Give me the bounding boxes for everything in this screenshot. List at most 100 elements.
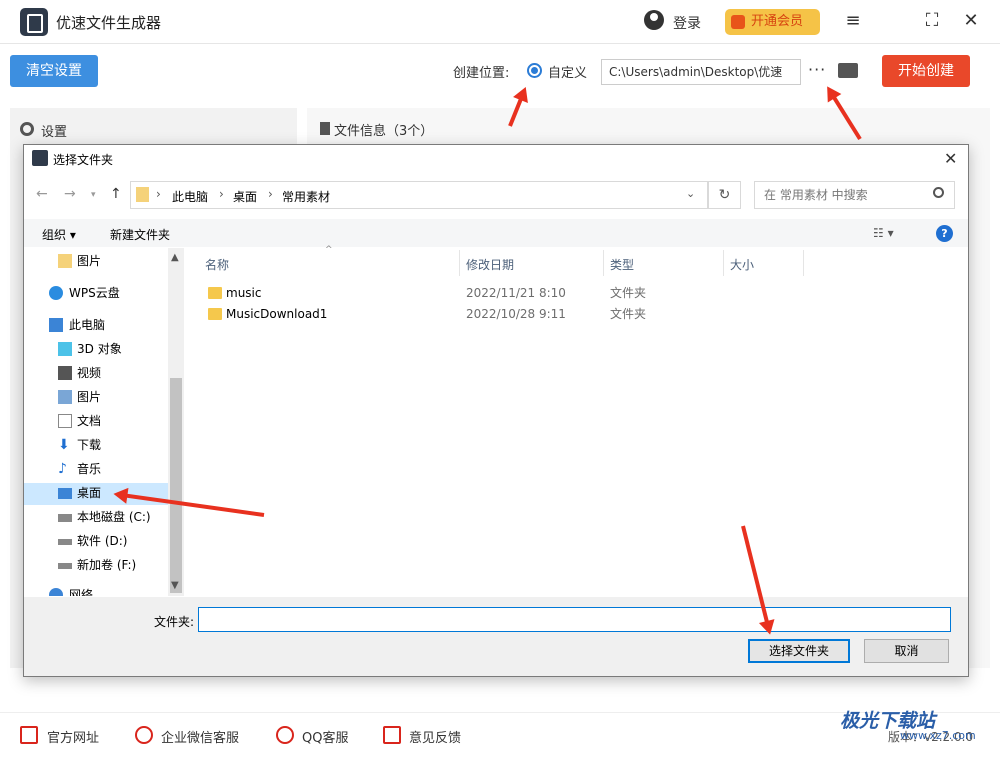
custom-radio[interactable] (527, 63, 542, 78)
website-icon (20, 726, 38, 744)
nav-item-pictures-quick[interactable]: 图片 (24, 250, 184, 272)
file-row[interactable]: MusicDownload1 2022/10/28 9:11 文件夹 (185, 304, 805, 325)
music-icon: ♪ (58, 461, 67, 477)
breadcrumb-common-material[interactable]: 常用素材 (282, 188, 330, 205)
view-options-icon[interactable]: ☷ ▾ (873, 226, 894, 240)
navigation-pane: 图片 WPS云盘 此电脑 3D 对象 视频 图片 文档 ⬇ 下载 ♪ 音乐 桌面 本… (24, 248, 184, 596)
file-info-title: 文件信息（3个） (334, 124, 434, 139)
address-dropdown-icon[interactable]: ⌄ (686, 187, 695, 200)
nav-item-drive-f[interactable]: 新加卷 (F:) (24, 554, 184, 576)
file-type: 文件夹 (610, 286, 647, 300)
dialog-close-icon[interactable]: ✕ (944, 149, 957, 168)
column-size[interactable]: 大小 (730, 256, 754, 273)
document-icon (58, 414, 72, 428)
cancel-button[interactable]: 取消 (864, 639, 949, 663)
column-date[interactable]: 修改日期 (466, 256, 514, 273)
drive-icon (58, 539, 72, 545)
nav-item-this-pc[interactable]: 此电脑 (24, 314, 184, 336)
network-icon (49, 588, 63, 596)
cube-icon (58, 342, 72, 356)
app-logo-icon (20, 8, 48, 36)
chevron-right-icon[interactable]: › (156, 187, 161, 201)
document-icon (320, 122, 330, 135)
path-input[interactable]: C:\Users\admin\Desktop\优速 (601, 59, 801, 85)
image-icon (58, 390, 72, 404)
breadcrumb-this-pc[interactable]: 此电脑 (172, 188, 208, 205)
scroll-down-icon[interactable]: ▼ (171, 580, 179, 591)
column-type[interactable]: 类型 (610, 256, 634, 273)
folder-icon (136, 187, 149, 202)
chevron-right-icon[interactable]: › (219, 187, 224, 201)
organize-menu[interactable]: 组织 ▾ (42, 226, 76, 243)
folder-name-input[interactable] (198, 607, 951, 632)
nav-item-pictures[interactable]: 图片 (24, 386, 184, 408)
feedback-icon (383, 726, 401, 744)
clear-settings-button[interactable]: 清空设置 (10, 55, 98, 87)
login-link[interactable]: 登录 (673, 13, 701, 33)
nav-scroll-thumb[interactable] (170, 378, 182, 593)
maximize-icon[interactable]: ⛶ (923, 12, 941, 30)
recent-dropdown-icon[interactable]: ▾ (91, 190, 96, 200)
nav-item-downloads[interactable]: ⬇ 下载 (24, 434, 184, 456)
nav-item-videos[interactable]: 视频 (24, 362, 184, 384)
vip-button[interactable]: 开通会员 (725, 9, 820, 35)
location-label: 创建位置: (453, 66, 510, 81)
qq-service-link[interactable]: QQ客服 (302, 727, 348, 746)
column-name[interactable]: 名称 (205, 256, 229, 273)
website-link[interactable]: 官方网址 (47, 727, 99, 746)
address-bar[interactable] (130, 181, 708, 209)
folder-icon (208, 308, 222, 320)
search-icon[interactable] (933, 187, 944, 198)
folder-icon (58, 254, 72, 268)
desktop-icon (58, 488, 72, 499)
folder-icon (208, 287, 222, 299)
column-divider[interactable] (723, 250, 724, 276)
column-divider[interactable] (803, 250, 804, 276)
cloud-icon (49, 286, 63, 300)
feedback-link[interactable]: 意见反馈 (409, 727, 461, 746)
qq-icon (276, 726, 294, 744)
up-icon[interactable]: ↑ (110, 186, 122, 202)
open-folder-icon[interactable] (838, 63, 858, 78)
dialog-app-icon (32, 150, 48, 166)
nav-item-music[interactable]: ♪ 音乐 (24, 458, 184, 480)
wechat-service-link[interactable]: 企业微信客服 (161, 727, 239, 746)
nav-item-drive-c[interactable]: 本地磁盘 (C:) (24, 506, 184, 528)
video-icon (58, 366, 72, 380)
user-icon[interactable] (644, 10, 664, 30)
forward-icon[interactable]: → (64, 186, 76, 202)
menu-icon[interactable]: ≡ (844, 12, 862, 30)
wechat-icon (135, 726, 153, 744)
help-icon[interactable]: ? (936, 225, 953, 242)
nav-item-3d-objects[interactable]: 3D 对象 (24, 338, 184, 360)
file-type: 文件夹 (610, 307, 647, 321)
more-icon[interactable]: ··· (808, 60, 826, 79)
file-date: 2022/11/21 8:10 (466, 286, 566, 300)
refresh-icon[interactable]: ↻ (708, 181, 741, 209)
select-folder-button[interactable]: 选择文件夹 (748, 639, 850, 663)
scroll-up-icon[interactable]: ▲ (171, 252, 179, 263)
sort-indicator-icon: ^ (325, 245, 333, 255)
start-create-button[interactable]: 开始创建 (882, 55, 970, 87)
download-icon: ⬇ (58, 437, 70, 453)
nav-item-wps-cloud[interactable]: WPS云盘 (24, 282, 184, 304)
close-icon[interactable]: ✕ (962, 12, 980, 30)
custom-radio-label[interactable]: 自定义 (548, 62, 587, 81)
watermark-url: www.xz7.com (900, 729, 976, 742)
app-title: 优速文件生成器 (56, 14, 162, 32)
column-divider[interactable] (459, 250, 460, 276)
nav-item-drive-d[interactable]: 软件 (D:) (24, 530, 184, 552)
file-row[interactable]: music 2022/11/21 8:10 文件夹 (185, 283, 805, 304)
nav-item-documents[interactable]: 文档 (24, 410, 184, 432)
settings-title: 设置 (41, 125, 68, 140)
file-date: 2022/10/28 9:11 (466, 307, 566, 321)
new-folder-button[interactable]: 新建文件夹 (110, 226, 170, 243)
search-input[interactable]: 在 常用素材 中搜索 (754, 181, 955, 209)
back-icon[interactable]: ← (36, 186, 48, 202)
breadcrumb-desktop[interactable]: 桌面 (233, 188, 257, 205)
column-divider[interactable] (603, 250, 604, 276)
drive-icon (58, 563, 72, 569)
nav-item-network[interactable]: 网络 (24, 584, 184, 596)
chevron-right-icon[interactable]: › (268, 187, 273, 201)
vip-icon (731, 15, 745, 29)
